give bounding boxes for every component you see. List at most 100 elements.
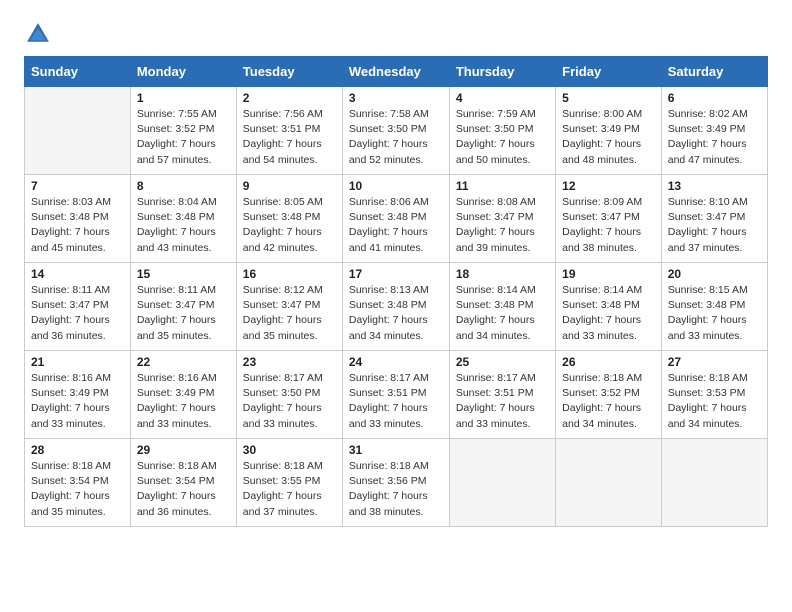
day-info: Sunrise: 8:09 AMSunset: 3:47 PMDaylight:… [562,195,655,256]
day-cell: 1Sunrise: 7:55 AMSunset: 3:52 PMDaylight… [130,87,236,175]
day-info: Sunrise: 7:56 AMSunset: 3:51 PMDaylight:… [243,107,336,168]
day-info: Sunrise: 7:58 AMSunset: 3:50 PMDaylight:… [349,107,443,168]
day-info: Sunrise: 8:14 AMSunset: 3:48 PMDaylight:… [562,283,655,344]
day-cell: 24Sunrise: 8:17 AMSunset: 3:51 PMDayligh… [342,351,449,439]
day-cell: 31 Sunrise: 8:18 AMSunset: 3:56 PMDayligh… [342,439,449,527]
day-number: 3 [349,91,443,105]
day-info: Sunrise: 8:18 AMSunset: 3:54 PMDaylight:… [31,459,124,520]
day-number: 15 [137,267,230,281]
day-number: 17 [349,267,443,281]
day-number: 5 [562,91,655,105]
day-cell: 11 Sunrise: 8:08 AMSunset: 3:47 PMDayligh… [449,175,555,263]
day-number: 2 [243,91,336,105]
day-cell: 21 Sunrise: 8:16 AMSunset: 3:49 PMDayligh… [25,351,131,439]
day-number: 18 [456,267,549,281]
day-number: 9 [243,179,336,193]
col-header-sunday: Sunday [25,57,131,87]
day-info: Sunrise: 8:17 AMSunset: 3:51 PMDaylight:… [349,371,443,432]
col-header-thursday: Thursday [449,57,555,87]
day-cell [25,87,131,175]
day-number: 4 [456,91,549,105]
day-number: 11 [456,179,549,193]
day-info: Sunrise: 8:16 AMSunset: 3:49 PMDaylight:… [137,371,230,432]
day-cell: 2 Sunrise: 7:56 AMSunset: 3:51 PMDaylight… [236,87,342,175]
day-cell: 27Sunrise: 8:18 AMSunset: 3:53 PMDayligh… [661,351,767,439]
week-row-5: 28 Sunrise: 8:18 AMSunset: 3:54 PMDayligh… [25,439,768,527]
day-number: 6 [668,91,761,105]
col-header-friday: Friday [556,57,662,87]
week-row-2: 7Sunrise: 8:03 AMSunset: 3:48 PMDaylight… [25,175,768,263]
day-number: 13 [668,179,761,193]
week-row-1: 1Sunrise: 7:55 AMSunset: 3:52 PMDaylight… [25,87,768,175]
day-cell: 16 Sunrise: 8:12 AMSunset: 3:47 PMDayligh… [236,263,342,351]
day-info: Sunrise: 8:17 AMSunset: 3:51 PMDaylight:… [456,371,549,432]
calendar-table: SundayMondayTuesdayWednesdayThursdayFrid… [24,56,768,527]
day-cell: 17 Sunrise: 8:13 AMSunset: 3:48 PMDayligh… [342,263,449,351]
day-info: Sunrise: 8:10 AMSunset: 3:47 PMDaylight:… [668,195,761,256]
day-info: Sunrise: 7:59 AMSunset: 3:50 PMDaylight:… [456,107,549,168]
day-cell: 3 Sunrise: 7:58 AMSunset: 3:50 PMDaylight… [342,87,449,175]
day-info: Sunrise: 8:17 AMSunset: 3:50 PMDaylight:… [243,371,336,432]
day-number: 16 [243,267,336,281]
day-number: 20 [668,267,761,281]
day-number: 10 [349,179,443,193]
day-info: Sunrise: 8:04 AMSunset: 3:48 PMDaylight:… [137,195,230,256]
day-info: Sunrise: 8:11 AMSunset: 3:47 PMDaylight:… [137,283,230,344]
day-number: 14 [31,267,124,281]
day-info: Sunrise: 8:18 AMSunset: 3:55 PMDaylight:… [243,459,336,520]
day-cell: 14 Sunrise: 8:11 AMSunset: 3:47 PMDayligh… [25,263,131,351]
day-info: Sunrise: 8:13 AMSunset: 3:48 PMDaylight:… [349,283,443,344]
day-number: 27 [668,355,761,369]
day-cell: 25 Sunrise: 8:17 AMSunset: 3:51 PMDayligh… [449,351,555,439]
day-number: 28 [31,443,124,457]
day-cell: 9 Sunrise: 8:05 AMSunset: 3:48 PMDaylight… [236,175,342,263]
day-info: Sunrise: 8:05 AMSunset: 3:48 PMDaylight:… [243,195,336,256]
day-info: Sunrise: 8:12 AMSunset: 3:47 PMDaylight:… [243,283,336,344]
day-info: Sunrise: 7:55 AMSunset: 3:52 PMDaylight:… [137,107,230,168]
day-info: Sunrise: 8:00 AMSunset: 3:49 PMDaylight:… [562,107,655,168]
day-number: 26 [562,355,655,369]
calendar-header-row: SundayMondayTuesdayWednesdayThursdayFrid… [25,57,768,87]
day-info: Sunrise: 8:16 AMSunset: 3:49 PMDaylight:… [31,371,124,432]
day-info: Sunrise: 8:18 AMSunset: 3:54 PMDaylight:… [137,459,230,520]
day-info: Sunrise: 8:11 AMSunset: 3:47 PMDaylight:… [31,283,124,344]
day-number: 31 [349,443,443,457]
day-cell: 20 Sunrise: 8:15 AMSunset: 3:48 PMDayligh… [661,263,767,351]
week-row-3: 14 Sunrise: 8:11 AMSunset: 3:47 PMDayligh… [25,263,768,351]
day-number: 12 [562,179,655,193]
day-cell [556,439,662,527]
day-info: Sunrise: 8:06 AMSunset: 3:48 PMDaylight:… [349,195,443,256]
day-number: 29 [137,443,230,457]
day-number: 22 [137,355,230,369]
day-cell: 15 Sunrise: 8:11 AMSunset: 3:47 PMDayligh… [130,263,236,351]
day-cell: 23 Sunrise: 8:17 AMSunset: 3:50 PMDayligh… [236,351,342,439]
logo [24,20,56,48]
week-row-4: 21 Sunrise: 8:16 AMSunset: 3:49 PMDayligh… [25,351,768,439]
day-info: Sunrise: 8:18 AMSunset: 3:56 PMDaylight:… [349,459,443,520]
day-info: Sunrise: 8:03 AMSunset: 3:48 PMDaylight:… [31,195,124,256]
header [24,20,768,48]
day-cell: 30Sunrise: 8:18 AMSunset: 3:55 PMDayligh… [236,439,342,527]
day-info: Sunrise: 8:15 AMSunset: 3:48 PMDaylight:… [668,283,761,344]
col-header-saturday: Saturday [661,57,767,87]
day-cell: 8 Sunrise: 8:04 AMSunset: 3:48 PMDaylight… [130,175,236,263]
day-cell [449,439,555,527]
day-cell: 5 Sunrise: 8:00 AMSunset: 3:49 PMDaylight… [556,87,662,175]
col-header-wednesday: Wednesday [342,57,449,87]
day-info: Sunrise: 8:08 AMSunset: 3:47 PMDaylight:… [456,195,549,256]
day-cell: 28 Sunrise: 8:18 AMSunset: 3:54 PMDayligh… [25,439,131,527]
col-header-monday: Monday [130,57,236,87]
day-cell: 6Sunrise: 8:02 AMSunset: 3:49 PMDaylight… [661,87,767,175]
day-number: 8 [137,179,230,193]
day-number: 23 [243,355,336,369]
day-number: 19 [562,267,655,281]
day-number: 25 [456,355,549,369]
day-cell: 4 Sunrise: 7:59 AMSunset: 3:50 PMDaylight… [449,87,555,175]
col-header-tuesday: Tuesday [236,57,342,87]
day-cell: 26Sunrise: 8:18 AMSunset: 3:52 PMDayligh… [556,351,662,439]
day-cell: 29 Sunrise: 8:18 AMSunset: 3:54 PMDayligh… [130,439,236,527]
day-number: 21 [31,355,124,369]
day-cell: 7Sunrise: 8:03 AMSunset: 3:48 PMDaylight… [25,175,131,263]
day-cell: 18Sunrise: 8:14 AMSunset: 3:48 PMDayligh… [449,263,555,351]
day-cell: 13 Sunrise: 8:10 AMSunset: 3:47 PMDayligh… [661,175,767,263]
